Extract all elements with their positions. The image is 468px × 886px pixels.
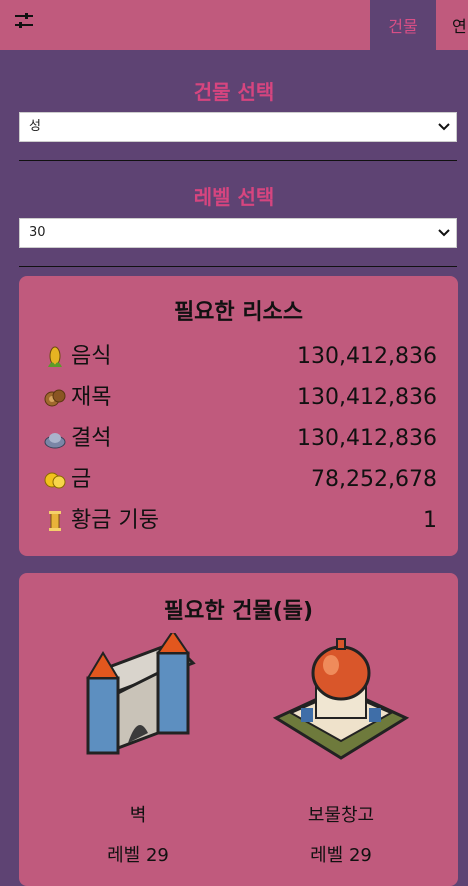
resource-value: 1 [423,508,437,533]
required-buildings-title: 필요한 건물(들) [163,599,314,624]
tab-research[interactable]: 연 [436,0,468,50]
building-level: 레벨 29 [310,845,372,866]
chevron-down-icon [438,123,450,131]
resource-label: 음식 [71,344,112,369]
resource-value: 130,412,836 [297,344,437,369]
building-level: 레벨 29 [107,845,169,866]
resource-label: 금 [71,467,92,492]
resource-label: 재목 [71,385,112,410]
level-select-title: 레벨 선택 [193,185,275,209]
building-item[interactable]: 벽 레벨 29 [38,633,238,873]
wall-icon [86,633,196,755]
building-select-value: 성 [29,119,41,134]
corn-icon [48,346,62,367]
gold-icon [44,472,66,489]
chevron-down-icon [438,229,450,237]
sliders-icon [15,13,33,28]
building-select[interactable]: 성 [19,112,457,142]
divider [19,266,457,267]
top-bar: 건물 연 [0,0,468,50]
divider [19,160,457,161]
resource-row: 재목 130,412,836 [43,383,437,413]
resource-label: 결석 [71,426,112,451]
resource-label: 황금 기둥 [71,508,159,533]
building-select-title: 건물 선택 [193,80,275,104]
wood-icon [44,389,66,407]
resource-value: 130,412,836 [297,385,437,410]
stone-icon [44,433,66,449]
resources-card: 필요한 리소스 음식 130,412,836 재목 130,412,836 결석… [19,276,458,556]
treasury-icon [272,638,410,760]
resource-value: 130,412,836 [297,426,437,451]
level-select[interactable]: 30 [19,218,457,248]
resource-row: 음식 130,412,836 [43,342,437,372]
resource-value: 78,252,678 [311,467,437,492]
resources-title: 필요한 리소스 [173,300,304,325]
required-buildings-card: 필요한 건물(들) 벽 레벨 29 보물창고 레벨 29 [19,573,458,886]
resource-row: 황금 기둥 1 [43,506,437,536]
tab-buildings[interactable]: 건물 [370,0,436,50]
resource-row: 금 78,252,678 [43,465,437,495]
level-select-value: 30 [29,225,46,240]
menu-button[interactable] [0,0,370,50]
building-name: 보물창고 [307,805,375,826]
golden-pillar-icon [49,511,61,531]
resource-row: 결석 130,412,836 [43,424,437,454]
building-name: 벽 [129,805,147,826]
building-item[interactable]: 보물창고 레벨 29 [241,633,441,873]
